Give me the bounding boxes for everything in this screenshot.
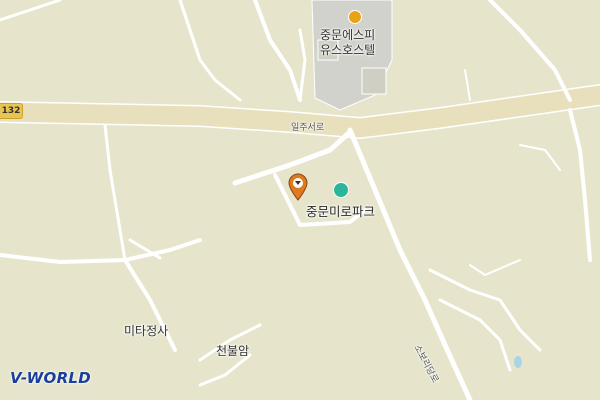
road-ne [488,0,572,102]
road-west-vertical [103,123,127,262]
road-south-2 [198,353,252,387]
road-minor-e [464,69,471,101]
road-sopaeki [347,127,473,400]
location-pin-icon[interactable] [287,173,309,201]
road-north-2 [178,0,242,102]
poi-label-miro-park[interactable]: 중문미로파크 [306,201,375,220]
road-se-grid [428,268,542,352]
route-badge: 132 [0,103,23,119]
vworld-logo: V-WORLD [10,369,92,387]
road-nw [0,0,62,22]
map-view[interactable]: 132 일주서로 소보리당로 중문에스피 유스호스텔 중문미로파크 미타정사 천… [0,0,600,400]
park-icon[interactable] [333,182,349,198]
road-north-1 [253,0,302,102]
road-north-3 [298,28,307,102]
poi-label-hostel-2[interactable]: 유스호스텔 [320,41,375,58]
road-label-ilju: 일주서로 [291,123,325,133]
road-west-horizontal [0,238,202,264]
pond [514,356,522,368]
hotel-icon[interactable] [348,10,362,24]
building-footprint-small [361,67,387,95]
road-minor-ne [519,144,561,171]
poi-label-cheonburam[interactable]: 천불암 [216,342,249,359]
road-se-grid-3 [469,259,521,276]
poi-label-mitajeongsa[interactable]: 미타정사 [124,322,168,339]
road-east [568,108,592,262]
